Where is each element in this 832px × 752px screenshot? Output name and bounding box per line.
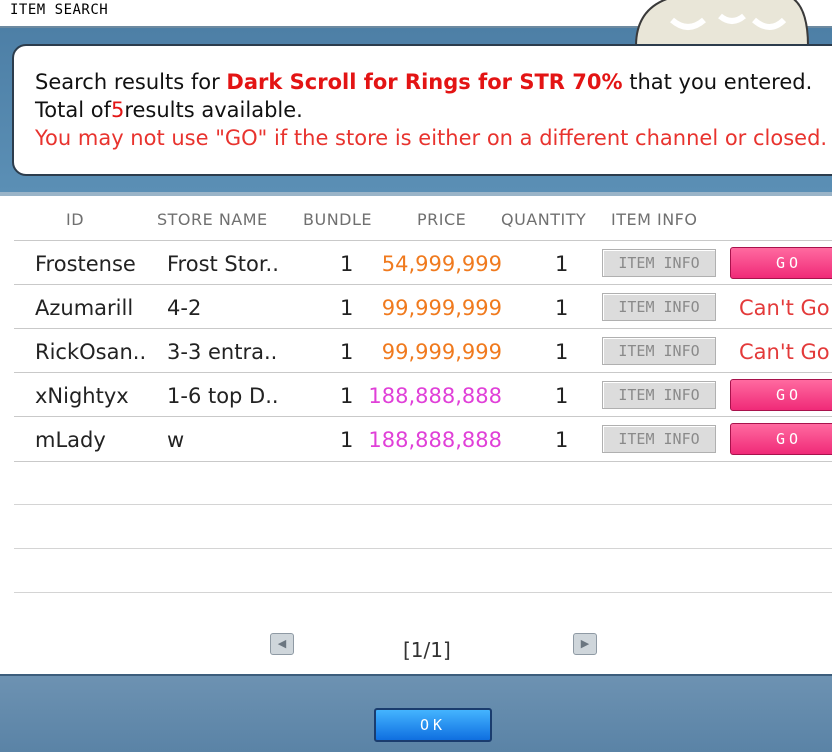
price-value: 188,888,888 xyxy=(368,428,502,452)
arrow-left-icon[interactable]: ◀ xyxy=(270,633,294,655)
bundle-count: 1 xyxy=(340,384,354,408)
arrow-right-icon[interactable]: ▶ xyxy=(573,633,597,655)
seller-id: Frostense xyxy=(35,252,136,276)
summary-prefix: Search results for xyxy=(35,70,227,94)
seller-id: Azumarill xyxy=(35,296,134,320)
item-info-button[interactable]: ITEM INFO xyxy=(602,293,716,321)
footer-bar: OK xyxy=(0,674,832,752)
price-value: 99,999,999 xyxy=(381,340,502,364)
mascot-image xyxy=(634,0,810,46)
seller-id: mLady xyxy=(35,428,106,452)
empty-row-divider xyxy=(14,504,832,505)
go-button[interactable]: GO xyxy=(730,247,832,279)
quantity-value: 1 xyxy=(555,384,569,408)
column-header-id: ID xyxy=(66,210,85,229)
column-header-bundle: BUNDLE xyxy=(303,210,372,229)
bundle-count: 1 xyxy=(340,428,354,452)
message-bubble: Search results for Dark Scroll for Rings… xyxy=(12,44,832,176)
total-suffix: results available. xyxy=(124,98,303,122)
cant-go-label: Can't Go xyxy=(739,296,830,320)
quantity-value: 1 xyxy=(555,296,569,320)
go-button[interactable]: GO xyxy=(730,379,832,411)
page-indicator: [1/1] xyxy=(403,638,451,662)
table-row[interactable]: RickOsan.. 3-3 entra.. 1 99,999,999 1 IT… xyxy=(14,328,832,373)
go-warning: You may not use "GO" if the store is eit… xyxy=(35,126,828,150)
cant-go-label: Can't Go xyxy=(739,340,830,364)
searched-item-name: Dark Scroll for Rings for STR 70% xyxy=(226,70,623,94)
table-row[interactable]: xNightyx 1-6 top D.. 1 188,888,888 1 ITE… xyxy=(14,372,832,417)
search-summary: Search results for Dark Scroll for Rings… xyxy=(35,70,812,94)
total-prefix: Total of xyxy=(35,98,111,122)
table-row[interactable]: mLady w 1 188,888,888 1 ITEM INFO GO xyxy=(14,416,832,462)
item-info-button[interactable]: ITEM INFO xyxy=(602,425,716,453)
ok-button[interactable]: OK xyxy=(374,708,492,742)
price-value: 188,888,888 xyxy=(368,384,502,408)
bundle-count: 1 xyxy=(340,252,354,276)
quantity-value: 1 xyxy=(555,428,569,452)
column-header-price: PRICE xyxy=(417,210,467,229)
results-count-line: Total of5results available. xyxy=(35,98,303,122)
item-info-button[interactable]: ITEM INFO xyxy=(602,249,716,277)
quantity-value: 1 xyxy=(555,252,569,276)
summary-suffix: that you entered. xyxy=(622,70,813,94)
store-name: 1-6 top D.. xyxy=(167,384,279,408)
bundle-count: 1 xyxy=(340,340,354,364)
empty-row-divider xyxy=(14,548,832,549)
quantity-value: 1 xyxy=(555,340,569,364)
column-header-quantity: QUANTITY xyxy=(501,210,587,229)
price-value: 54,999,999 xyxy=(381,252,502,276)
store-name: w xyxy=(167,428,185,452)
window-title: ITEM SEARCH xyxy=(10,2,109,18)
total-count: 5 xyxy=(110,98,125,122)
empty-row-divider xyxy=(14,592,832,593)
table-row[interactable]: Frostense Frost Stor.. 1 54,999,999 1 IT… xyxy=(14,240,832,285)
results-panel: ID STORE NAME BUNDLE PRICE QUANTITY ITEM… xyxy=(0,196,832,674)
go-button[interactable]: GO xyxy=(730,423,832,455)
store-name: Frost Stor.. xyxy=(167,252,279,276)
bundle-count: 1 xyxy=(340,296,354,320)
column-header-store-name: STORE NAME xyxy=(157,210,268,229)
store-name: 3-3 entra.. xyxy=(167,340,278,364)
seller-id: xNightyx xyxy=(35,384,129,408)
seller-id: RickOsan.. xyxy=(35,340,147,364)
price-value: 99,999,999 xyxy=(381,296,502,320)
item-info-button[interactable]: ITEM INFO xyxy=(602,337,716,365)
item-info-button[interactable]: ITEM INFO xyxy=(602,381,716,409)
table-row[interactable]: Azumarill 4-2 1 99,999,999 1 ITEM INFO C… xyxy=(14,284,832,329)
column-header-item-info: ITEM INFO xyxy=(611,210,698,229)
store-name: 4-2 xyxy=(167,296,202,320)
